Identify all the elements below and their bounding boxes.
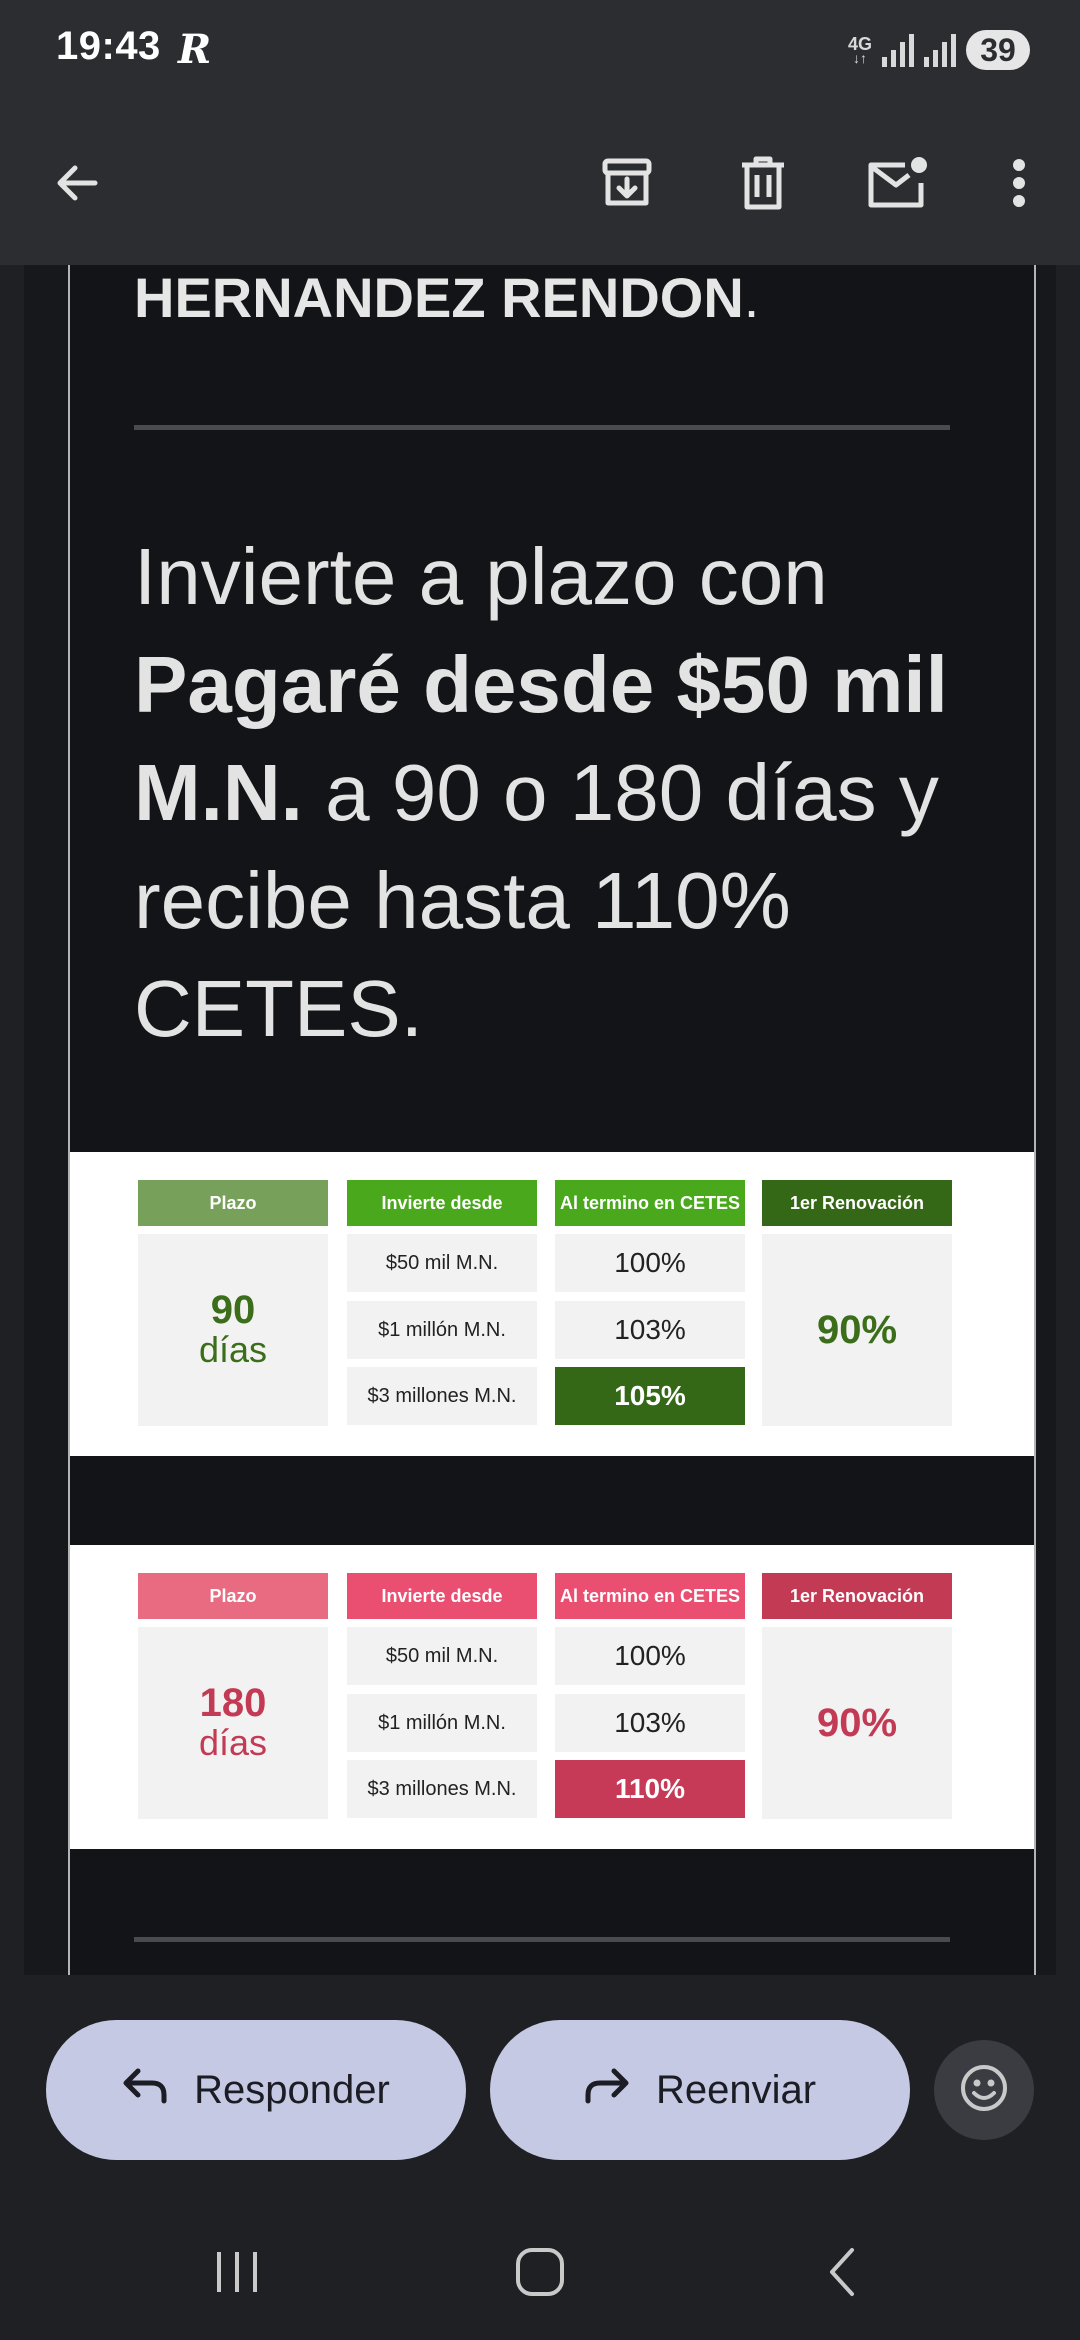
amount-cell: $50 mil M.N.: [347, 1234, 537, 1292]
renovacion-value: 90%: [762, 1627, 952, 1819]
promo-headline: Invierte a plazo con Pagaré desde $50 mi…: [134, 523, 974, 1063]
plazo-unit: días: [198, 1329, 268, 1370]
recipient-name-period: .: [743, 266, 760, 329]
more-vert-icon[interactable]: [974, 138, 1064, 228]
cetes-pct-highlight-cell: 110%: [555, 1760, 745, 1818]
system-navigation-bar: [0, 2200, 1080, 2340]
emoji-reaction-button[interactable]: [934, 2040, 1034, 2140]
reply-label: Responder: [194, 2067, 390, 2112]
mark-unread-icon[interactable]: [852, 138, 942, 228]
amount-cell: $1 millón M.N.: [347, 1694, 537, 1752]
headline-text-1: Invierte a plazo con: [134, 532, 828, 621]
home-icon[interactable]: [480, 2222, 600, 2322]
header-al-termino-cetes: Al termino en CETES: [555, 1573, 745, 1619]
rate-table-180-days: Plazo Invierte desde Al termino en CETES…: [70, 1545, 1034, 1849]
plazo-number: 90: [210, 1288, 256, 1332]
battery-indicator: 39: [966, 30, 1030, 70]
status-bar: 19:43 R 4G ↓↑ 39: [0, 0, 1080, 100]
amount-cell: $1 millón M.N.: [347, 1301, 537, 1359]
forward-button[interactable]: Reenviar: [490, 2020, 910, 2160]
recipient-name-text: HERNANDEZ RENDON: [134, 266, 744, 329]
plazo-cell: 180 días: [138, 1627, 328, 1819]
signal-bars-icon: [882, 33, 914, 67]
renovacion-value: 90%: [762, 1234, 952, 1426]
cetes-pct-cell: 100%: [555, 1234, 745, 1292]
plazo-unit: días: [198, 1722, 268, 1763]
back-arrow-icon[interactable]: [32, 138, 122, 228]
header-1er-renovacion: 1er Renovación: [762, 1180, 952, 1226]
header-plazo: Plazo: [138, 1573, 328, 1619]
carrier-r-icon: R: [178, 26, 212, 73]
header-al-termino-cetes: Al termino en CETES: [555, 1180, 745, 1226]
header-invierte-desde: Invierte desde: [347, 1573, 537, 1619]
gmail-email-screen: 19:43 R 4G ↓↑ 39 HERNANDEZ RENDON. Invie…: [0, 0, 1080, 2340]
back-nav-icon[interactable]: [782, 2222, 902, 2322]
archive-icon[interactable]: [582, 138, 672, 228]
signal-bars-2-icon: [924, 33, 956, 67]
forward-icon: [584, 2065, 630, 2115]
cetes-pct-highlight-cell: 105%: [555, 1367, 745, 1425]
smiley-icon: [959, 2063, 1009, 2118]
status-indicators: 4G ↓↑ 39: [848, 28, 1030, 72]
trash-icon[interactable]: [718, 138, 808, 228]
reply-icon: [122, 2065, 168, 2115]
forward-label: Reenviar: [655, 2067, 817, 2112]
plazo-number: 180: [199, 1681, 267, 1725]
cetes-pct-cell: 100%: [555, 1627, 745, 1685]
recipient-name: HERNANDEZ RENDON.: [134, 265, 759, 330]
rate-table-90-days: Plazo Invierte desde Al termino en CETES…: [70, 1152, 1034, 1456]
divider-top: [134, 425, 950, 430]
header-invierte-desde: Invierte desde: [347, 1180, 537, 1226]
recent-apps-icon[interactable]: [177, 2222, 297, 2322]
header-1er-renovacion: 1er Renovación: [762, 1573, 952, 1619]
divider-bottom: [134, 1937, 950, 1942]
cetes-pct-cell: 103%: [555, 1301, 745, 1359]
cetes-pct-cell: 103%: [555, 1694, 745, 1752]
status-time: 19:43: [56, 24, 161, 68]
reply-button[interactable]: Responder: [46, 2020, 466, 2160]
email-body[interactable]: HERNANDEZ RENDON. Invierte a plazo con P…: [24, 265, 1056, 1975]
network-type-icon: 4G ↓↑: [848, 35, 872, 65]
amount-cell: $50 mil M.N.: [347, 1627, 537, 1685]
amount-cell: $3 millones M.N.: [347, 1367, 537, 1425]
email-toolbar: [0, 100, 1080, 265]
header-plazo: Plazo: [138, 1180, 328, 1226]
amount-cell: $3 millones M.N.: [347, 1760, 537, 1818]
plazo-cell: 90 días: [138, 1234, 328, 1426]
email-content-frame: HERNANDEZ RENDON. Invierte a plazo con P…: [68, 265, 1036, 1975]
